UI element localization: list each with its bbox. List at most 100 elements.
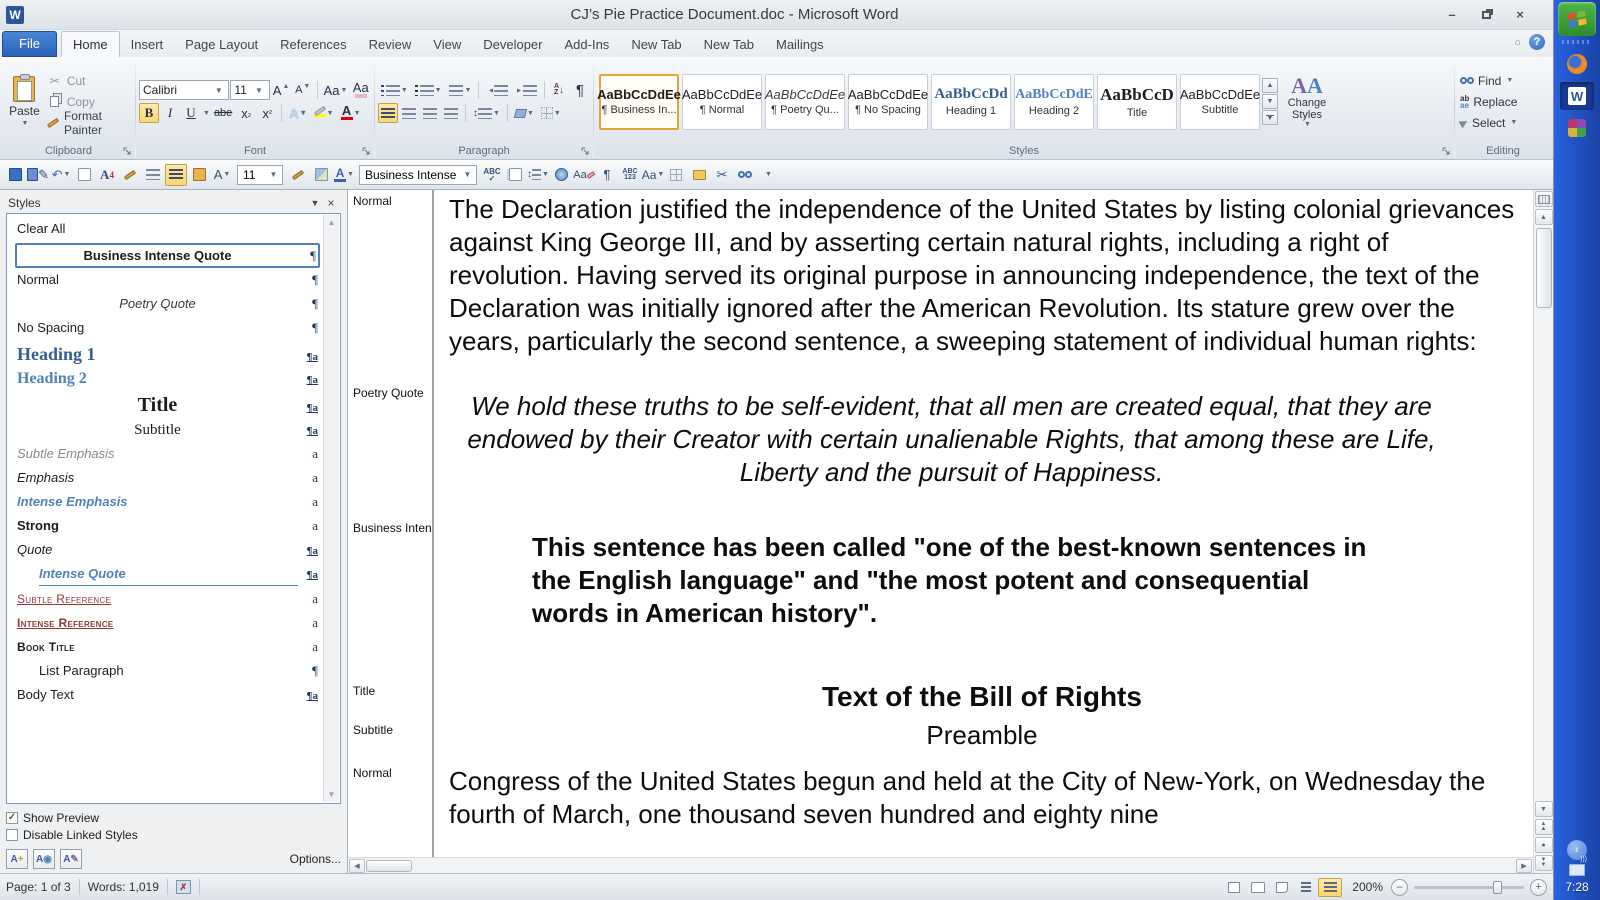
tab-file[interactable]: File [2,31,57,57]
style-no-spacing[interactable]: AaBbCcDdEe¶ No Spacing [848,74,928,130]
change-case-toolbar-icon[interactable]: Aa▼ [642,164,664,186]
start-button[interactable] [1558,2,1596,36]
paragraph-text[interactable]: This sentence has been called "one of th… [432,517,1533,660]
scroll-right-icon[interactable]: ▶ [1516,859,1532,873]
autotext-icon[interactable]: A▼ [211,164,233,186]
cut-button[interactable]: ✂Cut [44,72,132,90]
paste-dropdown-icon[interactable]: ▼ [21,120,28,127]
scroll-left-icon[interactable]: ◀ [349,859,365,873]
font-color-button[interactable]: A▼ [338,103,364,123]
paragraph-text[interactable]: We hold these truths to be self-evident,… [432,382,1472,517]
show-formatting-marks-button[interactable]: ¶ [570,80,590,100]
outline-view-icon[interactable] [1294,878,1318,897]
styles-brush-icon[interactable] [119,164,141,186]
shrink-font-button[interactable]: A▼ [293,80,313,100]
decrease-indent-button[interactable]: ▼ [483,80,511,100]
shading-button[interactable]: ▼ [512,103,537,123]
paragraph-dialog-launcher[interactable] [579,145,591,157]
bold-button[interactable]: B [139,103,159,123]
font-dialog-icon[interactable]: A4 [96,164,118,186]
help-icon[interactable]: ? [1529,34,1545,50]
insert-picture-icon[interactable] [310,164,332,186]
style-heading-1[interactable]: AaBbCcDdHeading 1 [931,74,1011,130]
superscript-button[interactable]: x² [257,103,277,123]
style-item-subtle-reference[interactable]: Subtle Referencea [15,588,320,612]
numbering-button[interactable]: ▼ [412,80,445,100]
tab-home[interactable]: Home [61,31,120,57]
style-item-quote[interactable]: Quote¶a [15,539,320,563]
clipboard-dialog-launcher[interactable] [121,145,133,157]
toolbar-size-combo[interactable]: 11▼ [237,165,283,185]
minimize-button[interactable]: – [1439,7,1465,23]
style-item-poetry-quote[interactable]: Poetry Quote¶ [15,293,320,317]
styles-list-scrollbar[interactable]: ▲ ▼ [323,215,339,802]
clear-formatting-button[interactable]: Aa [350,80,371,100]
undo-icon[interactable]: ↶▼ [50,164,72,186]
print-layout-view-icon[interactable] [1222,878,1246,897]
line-spacing-button[interactable]: ↕▼ [470,103,503,123]
style-title[interactable]: AaBbCcDTitle [1097,74,1177,130]
zoom-slider-thumb[interactable] [1493,881,1502,894]
horizontal-scrollbar[interactable]: ◀ ▶ [348,857,1533,873]
tab-new-tab-2[interactable]: New Tab [693,32,765,57]
tab-page-layout[interactable]: Page Layout [174,32,269,57]
style-item-strong[interactable]: Stronga [15,515,320,539]
multilevel-list-button[interactable]: ▼ [446,80,475,100]
select-button[interactable]: Select▼ [1458,114,1519,132]
style-item-subtitle[interactable]: Subtitle¶a [15,419,320,443]
chevron-down-icon[interactable]: ▼ [212,81,225,99]
underline-button[interactable]: U [181,103,201,123]
style-item-subtle-emphasis[interactable]: Subtle Emphasisa [15,443,320,467]
restore-button[interactable] [1473,7,1499,23]
borders-button[interactable]: ▼ [538,103,564,123]
network-status-icon[interactable] [1569,864,1585,876]
style-item-body-text[interactable]: Body Text¶a [15,684,320,708]
font-size-combo[interactable]: 11▼ [230,80,269,100]
open-folder-icon[interactable] [688,164,710,186]
minimize-ribbon-icon[interactable]: ⌂ [1514,37,1521,47]
spelling-icon[interactable]: ABC✓ [481,164,503,186]
tab-mailings[interactable]: Mailings [765,32,835,57]
styles-dialog-launcher[interactable] [1440,145,1452,157]
scroll-down-icon[interactable]: ▼ [1535,801,1553,817]
justify-button[interactable] [441,103,461,123]
next-page-icon[interactable]: ▼▼ [1535,855,1553,871]
style-item-intense-reference[interactable]: Intense Referencea [15,612,320,636]
tab-review[interactable]: Review [358,32,423,57]
taskbar-word-icon[interactable]: W [1560,82,1594,110]
new-style-button[interactable]: A+ [6,849,28,869]
find-button[interactable]: Find▼ [1458,72,1519,90]
align-center-button[interactable] [399,103,419,123]
proofing-status-icon[interactable]: ✗ [176,880,191,894]
vertical-scrollbar[interactable]: ▲ ▼ ▲▲ ● ▼▼ [1533,190,1553,873]
tab-developer[interactable]: Developer [472,32,553,57]
save-as-icon[interactable]: ✎ [27,164,49,186]
style-heading-2[interactable]: AaBbCcDdEHeading 2 [1014,74,1094,130]
hyperlink-icon[interactable] [550,164,572,186]
change-case-button[interactable]: Aa▼ [322,80,350,100]
sort-button[interactable]: AZ↓ [549,80,569,100]
draft-view-icon[interactable] [1318,878,1342,897]
tab-new-tab-1[interactable]: New Tab [620,32,692,57]
align-left-toolbar-icon[interactable] [165,164,187,186]
italic-button[interactable]: I [160,103,180,123]
find-toolbar-icon[interactable] [734,164,756,186]
style-item-clear-all[interactable]: Clear All [15,218,320,242]
subscript-button[interactable]: x₂ [236,103,256,123]
style-subtitle[interactable]: AaBbCcDdEeSubtitle [1180,74,1260,130]
style-item-emphasis[interactable]: Emphasisa [15,467,320,491]
page-indicator[interactable]: Page: 1 of 3 [6,880,71,894]
style-item-intense-emphasis[interactable]: Intense Emphasisa [15,491,320,515]
eraser-icon[interactable]: Aa [573,164,595,186]
line-spacing-toolbar-icon[interactable]: ↕▼ [527,164,549,186]
number-format-icon[interactable]: ABC123 [619,164,641,186]
cut-toolbar-icon[interactable]: ✂ [711,164,733,186]
format-painter-button[interactable]: Format Painter [44,114,132,132]
tab-references[interactable]: References [269,32,357,57]
taskbar-firefox-icon[interactable] [1560,50,1594,78]
font-dialog-launcher[interactable] [360,145,372,157]
style-poetry-quote[interactable]: AaBbCcDdEe¶ Poetry Qu... [765,74,845,130]
select-browse-object-icon[interactable]: ● [1535,837,1553,853]
zoom-slider[interactable] [1414,886,1524,889]
zoom-level[interactable]: 200% [1352,880,1383,894]
